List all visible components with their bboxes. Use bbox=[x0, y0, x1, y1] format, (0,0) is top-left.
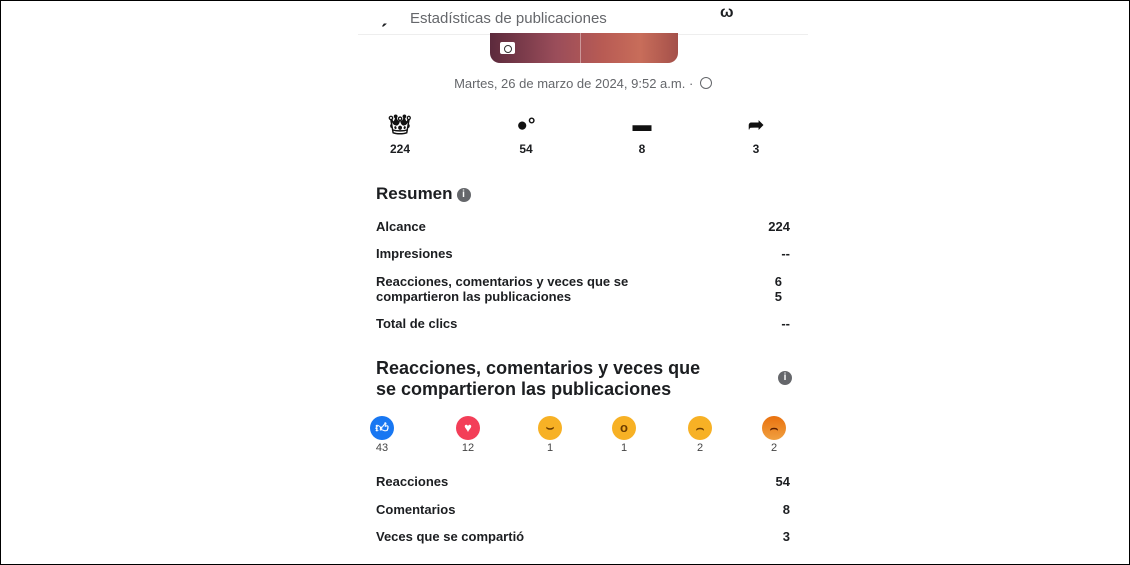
summary-title: Resumen bbox=[376, 184, 453, 203]
reaction-count: 43 bbox=[375, 442, 389, 454]
reaction-count: 1 bbox=[546, 442, 554, 454]
stat-shares[interactable]: ➦ 3 bbox=[726, 114, 786, 156]
like-icon: 👍︎ bbox=[370, 416, 394, 440]
menu-icon[interactable]: ω bbox=[720, 4, 734, 22]
row-value: -- bbox=[781, 316, 790, 331]
stat-value: 8 bbox=[638, 142, 646, 156]
reaction-count: 1 bbox=[620, 442, 628, 454]
post-date: Martes, 26 de marzo de 2024, 9:52 a.m. · bbox=[358, 76, 808, 91]
row-label: Comentarios bbox=[376, 502, 456, 517]
reaction-love[interactable]: ♥ 12 bbox=[448, 416, 488, 454]
sad-icon: ⌢ bbox=[688, 416, 712, 440]
reaction-count: 2 bbox=[696, 442, 704, 454]
summary-heading: Resumen i bbox=[376, 184, 471, 204]
engagement-heading: Reacciones, comentarios y veces que se c… bbox=[376, 358, 766, 400]
row-value-line2: 5 bbox=[774, 289, 782, 304]
comment-icon: ▬ bbox=[632, 115, 652, 136]
reaction-haha[interactable]: ⌣ 1 bbox=[530, 416, 570, 454]
reaction-wow[interactable]: o 1 bbox=[604, 416, 644, 454]
post-insights-screen: ˏ Estadísticas de publicaciones ω Martes… bbox=[358, 0, 808, 565]
thumbnail-detail bbox=[580, 33, 581, 63]
row-label: Alcance bbox=[376, 219, 426, 234]
row-label: Impresiones bbox=[376, 246, 453, 261]
stat-reach[interactable]: 👑︎ 224 bbox=[370, 114, 430, 156]
row-value: 6 5 bbox=[775, 274, 782, 304]
reaction-angry[interactable]: ⌢ 2 bbox=[754, 416, 794, 454]
top-bar: ˏ Estadísticas de publicaciones ω bbox=[358, 0, 808, 35]
row-value: 54 bbox=[775, 474, 790, 489]
angry-icon: ⌢ bbox=[762, 416, 786, 440]
reaction-sad[interactable]: ⌢ 2 bbox=[680, 416, 720, 454]
row-value: -- bbox=[781, 246, 790, 261]
haha-icon: ⌣ bbox=[538, 416, 562, 440]
stat-value: 3 bbox=[752, 142, 760, 156]
stat-reactions[interactable]: ●° 54 bbox=[496, 114, 556, 156]
wow-icon: o bbox=[612, 416, 636, 440]
row-value: 3 bbox=[782, 529, 790, 544]
reactions-icon: ●° bbox=[516, 115, 536, 136]
row-label-line2: compartieron las publicaciones bbox=[376, 289, 572, 304]
row-label: Veces que se compartió bbox=[376, 529, 525, 544]
video-camera-icon bbox=[500, 42, 515, 54]
globe-icon bbox=[699, 77, 712, 89]
stat-value: 224 bbox=[389, 142, 411, 156]
post-thumbnail[interactable] bbox=[490, 33, 678, 63]
stat-value: 54 bbox=[519, 142, 533, 156]
reaction-like[interactable]: 👍︎ 43 bbox=[362, 416, 402, 454]
share-icon: ➦ bbox=[748, 115, 764, 136]
engagement-title-line2: se compartieron las publicaciones bbox=[376, 379, 672, 399]
row-label: Total de clics bbox=[376, 316, 458, 331]
row-value: 8 bbox=[782, 502, 790, 517]
row-value: 224 bbox=[768, 219, 790, 234]
row-label-line1: Reacciones, comentarios y veces que se bbox=[376, 274, 629, 289]
love-icon: ♥ bbox=[456, 416, 480, 440]
row-label: Reacciones, comentarios y veces que se c… bbox=[376, 274, 628, 304]
row-value-line1: 6 bbox=[774, 274, 782, 289]
stat-comments[interactable]: ▬ 8 bbox=[612, 114, 672, 156]
engagement-title-line1: Reacciones, comentarios y veces que bbox=[376, 358, 701, 378]
back-icon[interactable]: ˏ bbox=[380, 4, 387, 26]
reaction-count: 12 bbox=[461, 442, 475, 454]
reaction-count: 2 bbox=[770, 442, 778, 454]
info-icon[interactable]: i bbox=[778, 371, 792, 385]
row-label: Reacciones bbox=[376, 474, 449, 489]
post-date-text: Martes, 26 de marzo de 2024, 9:52 a.m. · bbox=[454, 76, 694, 91]
info-icon[interactable]: i bbox=[456, 188, 471, 202]
page-title: Estadísticas de publicaciones bbox=[410, 10, 607, 27]
crown-reactions-icon: 👑︎ bbox=[387, 115, 413, 136]
